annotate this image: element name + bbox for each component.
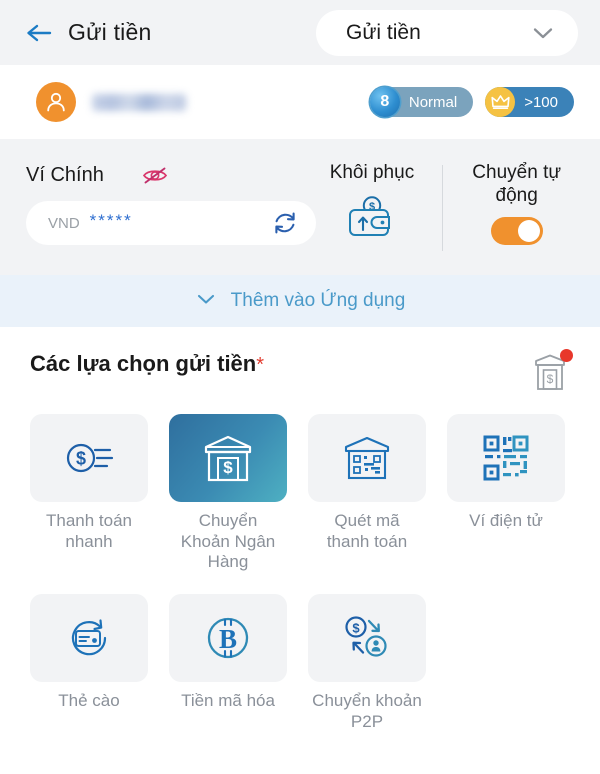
crown-icon: [485, 87, 516, 117]
required-asterisk: *: [256, 354, 265, 376]
svg-text:$: $: [76, 449, 86, 469]
bitcoin-icon: B: [169, 594, 287, 683]
status-badge-vip[interactable]: >100: [485, 87, 574, 117]
option-tile-fast-payment[interactable]: $ Thanh toán nhanh: [30, 414, 148, 573]
chevron-down-icon: [530, 25, 556, 41]
balance-value-masked: *****: [89, 210, 133, 230]
deposit-type-select[interactable]: Gửi tiền: [316, 9, 578, 56]
refresh-icon[interactable]: [270, 208, 300, 238]
add-to-app-banner[interactable]: Thêm vào Ứng dụng: [0, 275, 600, 327]
notification-dot: [560, 349, 573, 362]
option-label: Chuyển khoản P2P: [312, 691, 422, 731]
option-tile-bank-transfer[interactable]: $ Chuyển Khoản Ngân Hàng: [169, 414, 287, 573]
wallet-main-block: Ví Chính VND *****: [26, 139, 318, 275]
option-label: Thẻ cào: [58, 691, 120, 711]
option-tile-qr-payment[interactable]: Quét mã thanh toán: [308, 414, 426, 573]
deposit-options-title-text: Các lựa chọn gửi tiền: [30, 351, 257, 376]
option-label: Ví điện tử: [469, 511, 543, 530]
qr-store-icon: [308, 414, 426, 502]
page-title: Gửi tiền: [68, 19, 152, 45]
toggle-knob: [517, 220, 540, 243]
eye-off-icon[interactable]: [140, 163, 170, 187]
balance-field[interactable]: VND *****: [26, 201, 316, 245]
storefront-icon[interactable]: $: [530, 349, 573, 400]
user-badges: 8 Normal >100: [369, 87, 574, 117]
svg-text:$: $: [223, 458, 233, 477]
fast-payment-icon: $: [30, 414, 148, 502]
user-summary-row: 8 Normal >100: [0, 65, 600, 139]
wallet-divider: [442, 165, 444, 251]
add-to-app-label: Thêm vào Ứng dụng: [230, 290, 406, 311]
level-medal-icon: 8: [369, 87, 400, 117]
back-arrow-icon[interactable]: [22, 16, 56, 50]
app-header: Gửi tiền Gửi tiền: [0, 0, 600, 65]
currency-label: VND: [48, 214, 80, 232]
restore-wallet-action[interactable]: Khôi phục $: [318, 139, 427, 275]
avatar[interactable]: [36, 82, 76, 122]
option-label: Thanh toán nhanh: [45, 511, 132, 551]
chevron-down-icon: [195, 292, 217, 311]
option-label: Chuyển Khoản Ngân Hàng: [180, 511, 276, 572]
deposit-screen: Gửi tiền Gửi tiền 8 Normal >100 Ví Chính…: [0, 0, 600, 774]
deposit-options-header: Các lựa chọn gửi tiền* $: [30, 349, 573, 400]
restore-label: Khôi phục: [329, 162, 415, 183]
deposit-options-title: Các lựa chọn gửi tiền*: [30, 351, 264, 377]
deposit-options-section: Các lựa chọn gửi tiền* $ $ Thanh toán nh…: [0, 327, 600, 733]
auto-transfer-toggle[interactable]: [490, 217, 543, 246]
svg-text:B: B: [219, 624, 237, 654]
svg-text:$: $: [352, 621, 360, 636]
deposit-type-value: Gửi tiền: [346, 20, 421, 44]
qr-code-icon: [447, 414, 565, 502]
wallet-up-icon: $: [346, 192, 398, 245]
option-tile-scratch-card[interactable]: Thẻ cào: [30, 594, 148, 732]
option-label: Tiền mã hóa: [181, 691, 275, 711]
status-badge-normal[interactable]: 8 Normal: [369, 87, 474, 117]
option-label: Quét mã thanh toán: [326, 511, 408, 551]
option-tile-crypto[interactable]: B Tiền mã hóa: [169, 594, 287, 732]
auto-transfer-label: Chuyển tự động: [472, 162, 562, 207]
scratch-card-icon: [30, 594, 148, 683]
wallet-section: Ví Chính VND ***** Khôi phục $ Chuyển tự…: [0, 139, 600, 275]
status-badge-label: Normal: [408, 93, 458, 111]
option-tile-ewallet[interactable]: Ví điện tử: [447, 414, 565, 573]
p2p-transfer-icon: $: [308, 594, 426, 683]
auto-transfer-control: Chuyển tự động: [459, 139, 574, 275]
username-redacted: [92, 93, 186, 111]
wallet-name: Ví Chính: [26, 163, 104, 186]
bank-transfer-icon: $: [169, 414, 287, 502]
vip-badge-label: >100: [524, 93, 558, 111]
option-tile-p2p-transfer[interactable]: $ Chuyển khoản P2P: [308, 594, 426, 732]
deposit-options-grid: $ Thanh toán nhanh $ Chuyển Khoản Ngân H…: [30, 414, 570, 733]
svg-text:$: $: [547, 372, 554, 386]
